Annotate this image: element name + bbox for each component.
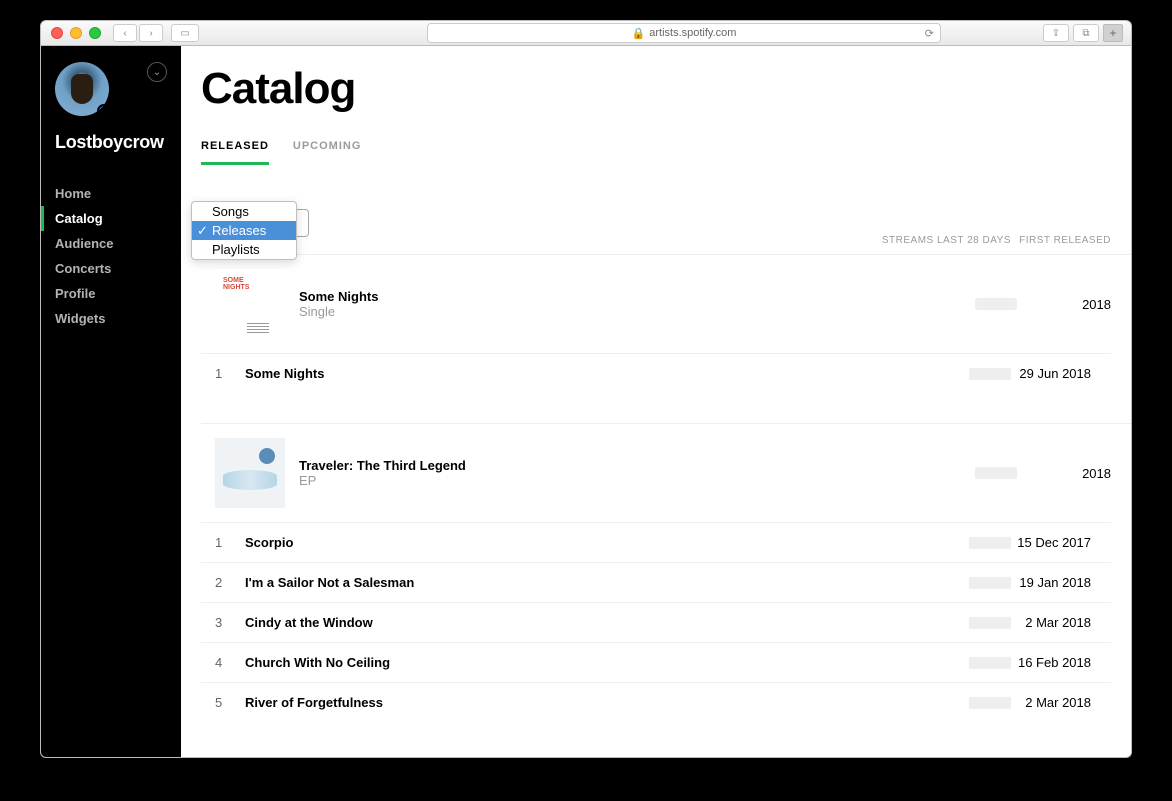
track-number: 2 — [215, 575, 245, 590]
dropdown-menu: Songs Releases Playlists — [191, 201, 297, 260]
release-year: 2018 — [1031, 297, 1111, 312]
column-streams: STREAMS LAST 28 DAYS — [851, 235, 1011, 246]
release-name: Traveler: The Third Legend — [299, 458, 961, 473]
track-row[interactable]: 5 River of Forgetfulness 2 Mar 2018 — [201, 682, 1111, 722]
release-block: Traveler: The Third Legend EP 2018 1 Sco… — [201, 423, 1131, 722]
release-header[interactable]: Traveler: The Third Legend EP 2018 — [201, 438, 1111, 522]
sidebar-toggle[interactable]: ▭ — [171, 24, 199, 42]
column-releases: RELEASES — [215, 235, 851, 246]
sidebar-item-widgets[interactable]: Widgets — [41, 306, 181, 331]
track-date: 16 Feb 2018 — [1011, 655, 1111, 670]
streams-placeholder — [969, 537, 1011, 549]
main-content: Catalog RELEASED UPCOMING Songs Releases… — [181, 46, 1131, 757]
share-button[interactable]: ⇪ — [1043, 24, 1069, 42]
track-name: River of Forgetfulness — [245, 695, 891, 710]
track-name: Cindy at the Window — [245, 615, 891, 630]
sidebar-item-catalog[interactable]: Catalog — [41, 206, 181, 231]
track-date: 2 Mar 2018 — [1011, 615, 1111, 630]
release-type: Single — [299, 304, 961, 319]
track-name: I'm a Sailor Not a Salesman — [245, 575, 891, 590]
app-window: ✓ ⌄ Lostboycrow Home Catalog Audience Co… — [40, 46, 1132, 758]
tab-released[interactable]: RELEASED — [201, 140, 269, 165]
tabs-button[interactable]: ⧉ — [1073, 24, 1099, 42]
close-window[interactable] — [51, 27, 63, 39]
track-row[interactable]: 1 Some Nights 29 Jun 2018 — [201, 353, 1111, 393]
chevron-down-icon[interactable]: ⌄ — [147, 62, 167, 82]
tab-upcoming[interactable]: UPCOMING — [293, 140, 362, 165]
dropdown-option-playlists[interactable]: Playlists — [192, 240, 296, 259]
release-type: EP — [299, 473, 961, 488]
track-row[interactable]: 1 Scorpio 15 Dec 2017 — [201, 522, 1111, 562]
track-row[interactable]: 4 Church With No Ceiling 16 Feb 2018 — [201, 642, 1111, 682]
track-name: Church With No Ceiling — [245, 655, 891, 670]
artist-name: Lostboycrow — [41, 116, 181, 181]
release-name: Some Nights — [299, 289, 961, 304]
track-number: 4 — [215, 655, 245, 670]
sidebar-item-concerts[interactable]: Concerts — [41, 256, 181, 281]
track-row[interactable]: 2 I'm a Sailor Not a Salesman 19 Jan 201… — [201, 562, 1111, 602]
sidebar-item-profile[interactable]: Profile — [41, 281, 181, 306]
track-date: 2 Mar 2018 — [1011, 695, 1111, 710]
streams-placeholder — [969, 577, 1011, 589]
streams-placeholder — [975, 298, 1017, 310]
avatar[interactable]: ✓ — [55, 62, 109, 116]
streams-placeholder — [975, 467, 1017, 479]
minimize-window[interactable] — [70, 27, 82, 39]
release-header[interactable]: Some Nights Single 2018 — [201, 269, 1111, 353]
new-tab-button[interactable]: + — [1103, 24, 1123, 42]
track-row[interactable]: 3 Cindy at the Window 2 Mar 2018 — [201, 602, 1111, 642]
streams-placeholder — [969, 697, 1011, 709]
track-name: Scorpio — [245, 535, 891, 550]
zoom-window[interactable] — [89, 27, 101, 39]
column-first-released: FIRST RELEASED — [1011, 235, 1111, 246]
streams-placeholder — [969, 368, 1011, 380]
address-bar[interactable]: 🔒 artists.spotify.com ⟳ — [427, 23, 941, 43]
streams-placeholder — [969, 617, 1011, 629]
track-date: 15 Dec 2017 — [1011, 535, 1111, 550]
album-cover — [215, 438, 285, 508]
release-year: 2018 — [1031, 466, 1111, 481]
verified-badge-icon: ✓ — [97, 104, 109, 116]
track-number: 1 — [215, 535, 245, 550]
back-button[interactable]: ‹ — [113, 24, 137, 42]
url-text: artists.spotify.com — [649, 27, 736, 39]
forward-button[interactable]: › — [139, 24, 163, 42]
traffic-lights — [51, 27, 101, 39]
track-number: 5 — [215, 695, 245, 710]
tabs: RELEASED UPCOMING — [201, 140, 1131, 165]
track-number: 3 — [215, 615, 245, 630]
browser-chrome: ‹ › ▭ 🔒 artists.spotify.com ⟳ ⇪ ⧉ + — [40, 20, 1132, 46]
dropdown-option-releases[interactable]: Releases — [192, 221, 296, 240]
track-number: 1 — [215, 366, 245, 381]
page-title: Catalog — [201, 64, 1131, 114]
sidebar-item-home[interactable]: Home — [41, 181, 181, 206]
track-name: Some Nights — [245, 366, 891, 381]
track-date: 29 Jun 2018 — [1011, 366, 1111, 381]
reload-icon[interactable]: ⟳ — [925, 27, 934, 40]
table-header: RELEASES STREAMS LAST 28 DAYS FIRST RELE… — [201, 235, 1131, 254]
streams-placeholder — [969, 657, 1011, 669]
lock-icon: 🔒 — [632, 27, 646, 40]
sidebar-item-audience[interactable]: Audience — [41, 231, 181, 256]
release-block: Some Nights Single 2018 1 Some Nights 29… — [201, 254, 1131, 393]
sidebar: ✓ ⌄ Lostboycrow Home Catalog Audience Co… — [41, 46, 181, 757]
nav-list: Home Catalog Audience Concerts Profile W… — [41, 181, 181, 331]
dropdown-option-songs[interactable]: Songs — [192, 202, 296, 221]
track-date: 19 Jan 2018 — [1011, 575, 1111, 590]
album-cover — [215, 269, 285, 339]
